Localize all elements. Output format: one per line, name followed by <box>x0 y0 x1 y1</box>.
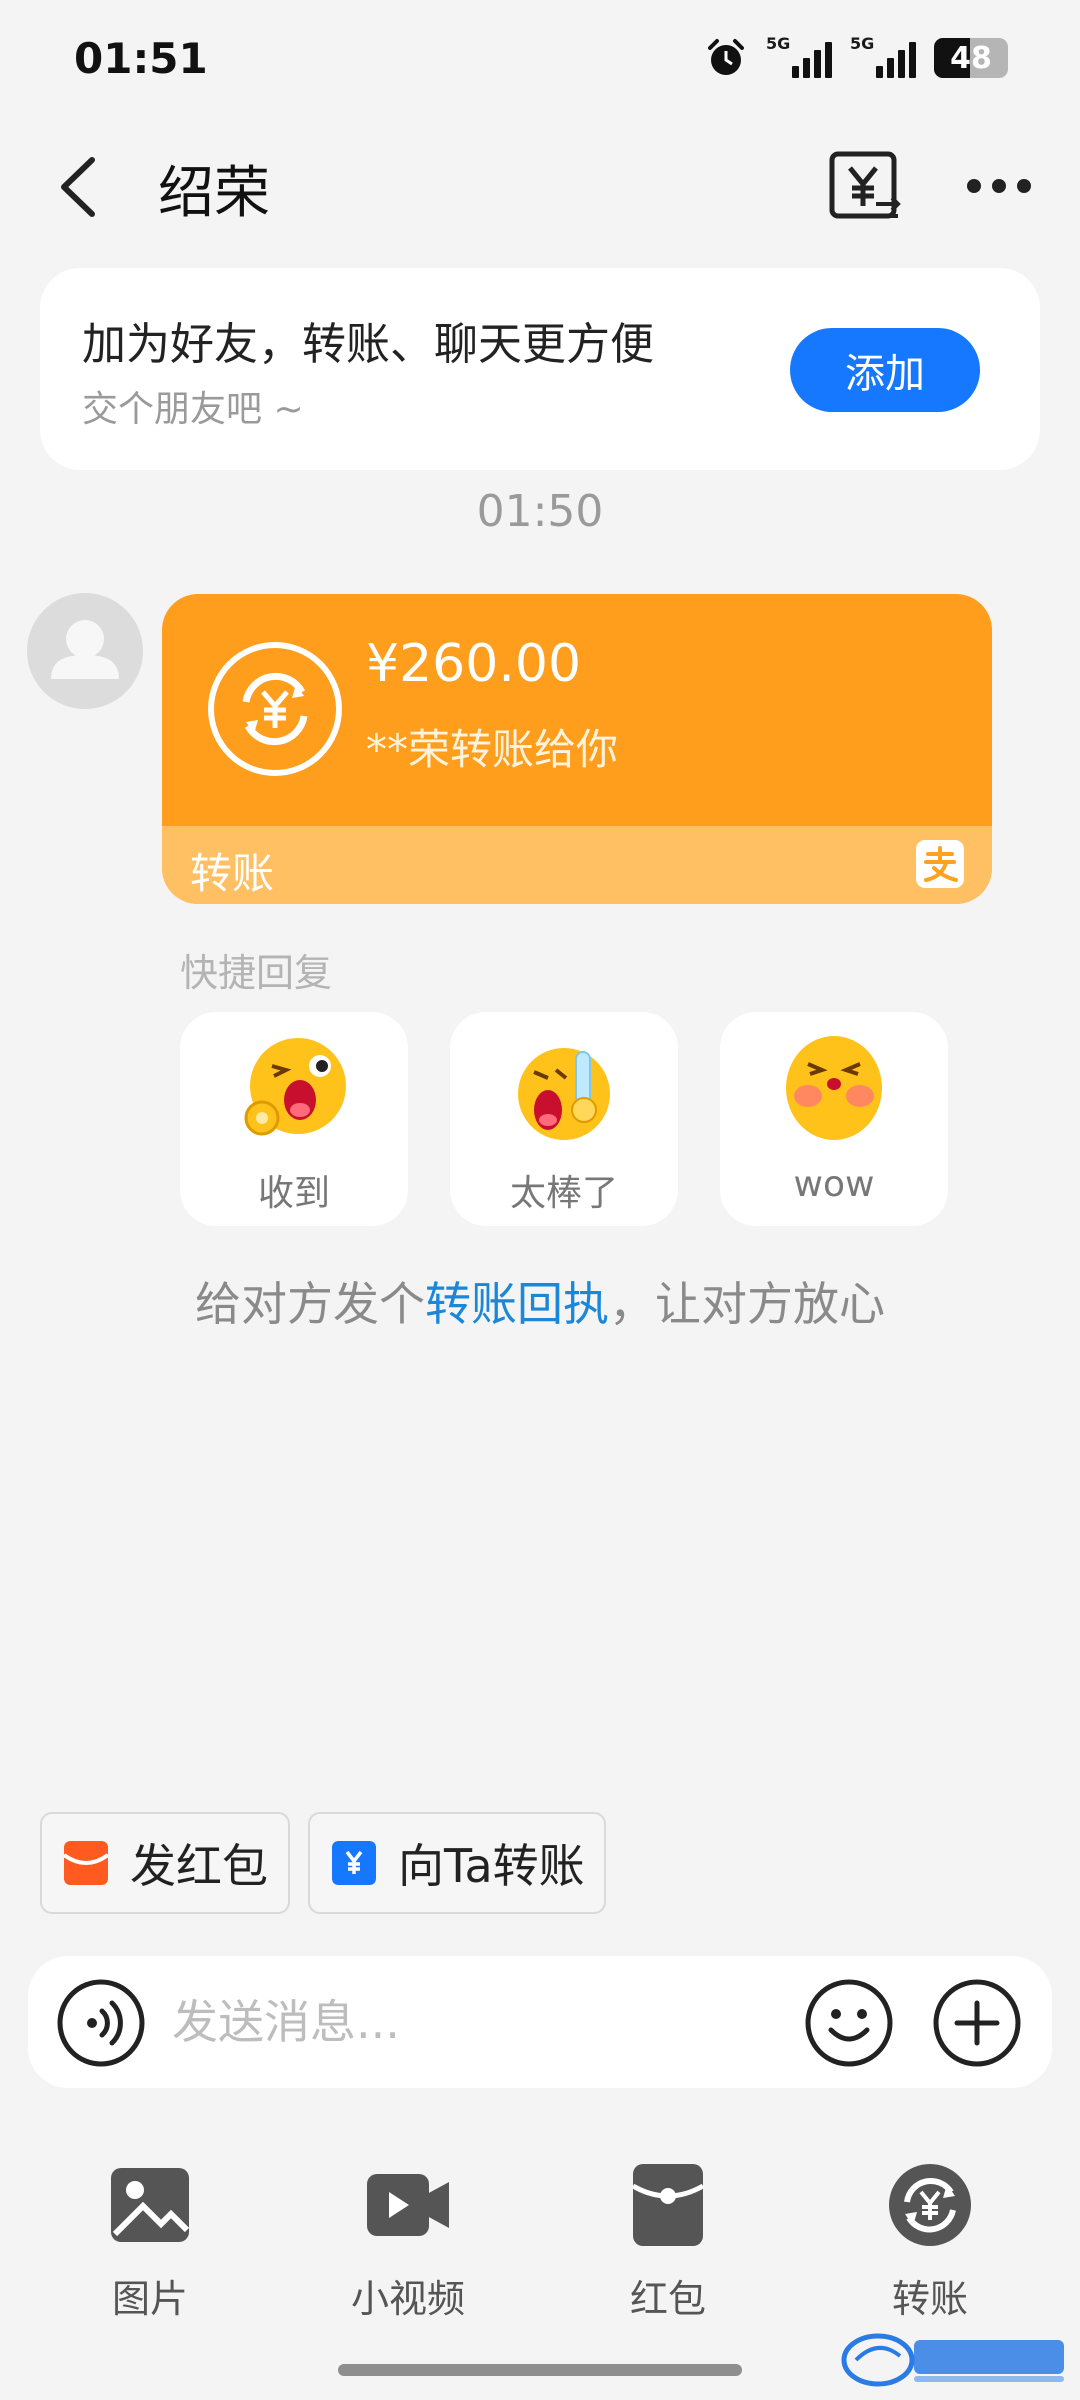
ok-emoji-icon <box>244 1038 346 1136</box>
message-input[interactable] <box>172 1986 792 2058</box>
red-envelope-icon <box>631 2164 705 2246</box>
status-bar: 01:51 5G 5G 48 <box>0 0 1080 120</box>
red-packet-icon <box>64 1841 108 1885</box>
add-friend-title: 加为好友，转账、聊天更方便 <box>82 319 654 370</box>
home-indicator[interactable] <box>338 2364 742 2376</box>
signal-icon-2: 5G <box>850 34 916 78</box>
plus-icon[interactable] <box>932 1978 1022 2068</box>
message-input-bar <box>28 1956 1052 2088</box>
more-icon[interactable] <box>964 174 1034 198</box>
add-friend-button[interactable]: 添加 <box>790 328 980 412</box>
transfer-footer: 转账 <box>162 826 992 904</box>
send-red-packet-button[interactable]: 发红包 <box>40 1812 290 1914</box>
voice-icon[interactable] <box>56 1978 146 2068</box>
image-icon <box>111 2168 190 2242</box>
video-icon <box>367 2174 449 2236</box>
yuan-transfer-icon <box>208 642 342 776</box>
toolbar-red-packet[interactable]: 红包 <box>568 2160 768 2321</box>
transfer-to-them-button[interactable]: 向Ta转账 <box>308 1812 606 1914</box>
quick-reply-list: 收到 太棒了 wow <box>180 1012 948 1226</box>
thumbs-emoji-icon <box>518 1048 610 1140</box>
toolbar-photo[interactable]: 图片 <box>50 2160 250 2321</box>
status-icons: 5G 5G 48 <box>704 34 1008 80</box>
transfer-amount: ¥260.00 <box>366 634 582 694</box>
add-friend-card: 加为好友，转账、聊天更方便 交个朋友吧 ~ 添加 <box>40 268 1040 470</box>
blush-emoji-icon <box>786 1036 882 1140</box>
toolbar-transfer[interactable]: 转账 <box>830 2160 1030 2321</box>
person-icon <box>51 620 119 679</box>
chat-header: 绍荣 <box>0 130 1080 240</box>
avatar[interactable] <box>27 593 143 709</box>
page-title: 绍荣 <box>158 161 270 226</box>
signal-icon: 5G <box>766 34 832 78</box>
quick-reply-title: 快捷回复 <box>180 951 333 995</box>
transfer-message-card[interactable]: ¥260.00 **荣转账给你 转账 <box>162 594 992 904</box>
transfer-ticket-icon <box>332 1841 376 1885</box>
quick-reply-wow[interactable]: wow <box>720 1012 948 1226</box>
toolbar-video[interactable]: 小视频 <box>308 2160 508 2321</box>
message-timestamp: 01:50 <box>476 486 604 537</box>
receipt-hint: 给对方发个转账回执，让对方放心 <box>195 1277 885 1331</box>
transfer-icon <box>889 2164 971 2246</box>
transfer-exchange-icon[interactable] <box>828 150 902 224</box>
transfer-receipt-link[interactable]: 转账回执 <box>425 1277 609 1331</box>
alarm-icon <box>708 39 744 75</box>
quick-reply-received[interactable]: 收到 <box>180 1012 408 1226</box>
back-icon[interactable] <box>52 152 112 222</box>
emoji-icon[interactable] <box>804 1978 894 2068</box>
transfer-description: **荣转账给你 <box>366 725 619 774</box>
quick-reply-great[interactable]: 太棒了 <box>450 1012 678 1226</box>
battery-icon: 48 <box>934 38 1008 78</box>
add-friend-subtitle: 交个朋友吧 ~ <box>82 389 304 430</box>
watermark-logo <box>841 2333 1064 2387</box>
status-time: 01:51 <box>74 34 208 83</box>
alipay-icon <box>916 840 964 888</box>
transfer-label: 转账 <box>190 849 275 898</box>
